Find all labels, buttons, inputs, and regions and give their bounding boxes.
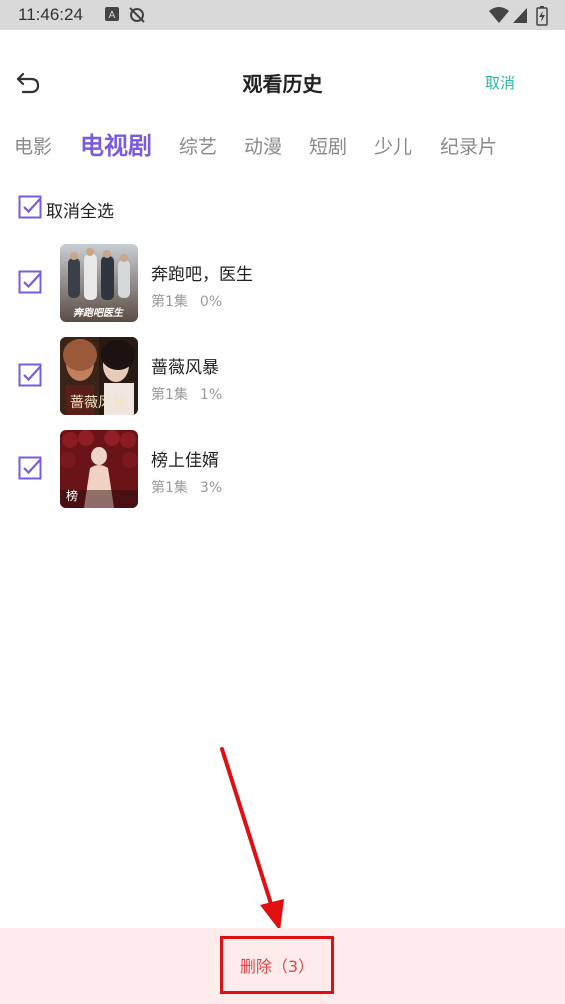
item-progress: 1% [199,387,223,403]
item-episode: 第1集 [151,480,188,496]
tab-movie[interactable]: 电影 [14,132,52,159]
poster-thumbnail[interactable]: 蔷薇风暴 [60,337,138,415]
notification-a-icon: A [105,7,119,21]
checkbox-checked-icon[interactable] [18,270,42,294]
poster-thumbnail[interactable]: 榜 [60,430,138,508]
status-time: 11:46:24 [18,5,83,24]
tab-variety[interactable]: 综艺 [179,132,217,159]
bottom-action-bar: 删除（3） [0,928,565,1004]
signal-icon [513,8,527,23]
select-all-label: 取消全选 [46,202,114,222]
list-item[interactable]: 奔跑吧医生 奔跑吧，医生 第1集 0% [0,242,565,322]
tab-anime[interactable]: 动漫 [244,132,282,159]
battery-charging-icon [536,6,548,26]
svg-text:A: A [109,10,116,21]
poster-caption: 奔跑吧医生 [73,307,124,319]
tab-tv-series[interactable]: 电视剧 [80,126,152,161]
cancel-button[interactable]: 取消 [485,72,515,93]
poster-caption: 蔷薇风暴 [70,395,126,411]
tab-documentary[interactable]: 纪录片 [440,132,497,159]
tab-kids[interactable]: 少儿 [374,132,412,159]
annotation-arrow-icon [220,747,284,931]
header: 观看历史 取消 [0,30,565,130]
wifi-icon [489,7,509,23]
tab-short-drama[interactable]: 短剧 [309,132,347,159]
item-title: 榜上佳婿 [151,451,219,471]
item-episode: 第1集 [151,294,188,310]
delete-label: 删除（3） [239,957,315,976]
item-meta: 第1集 3% [151,477,222,497]
item-title: 蔷薇风暴 [151,358,219,378]
delete-button[interactable]: 删除（3） [220,936,334,994]
sync-off-icon [129,7,145,23]
list-item[interactable]: 蔷薇风暴 蔷薇风暴 第1集 1% [0,335,565,415]
item-meta: 第1集 0% [151,291,222,311]
status-bar: 11:46:24 A [0,0,565,30]
item-episode: 第1集 [151,387,188,403]
category-tabs: 电影 电视剧 综艺 动漫 短剧 少儿 纪录片 [0,124,565,164]
item-meta: 第1集 1% [151,384,222,404]
item-progress: 3% [199,480,223,496]
item-title: 奔跑吧，医生 [151,265,253,285]
checkbox-checked-icon[interactable] [18,195,42,219]
item-progress: 0% [199,294,223,310]
list-item[interactable]: 榜 榜上佳婿 第1集 3% [0,428,565,508]
poster-caption: 榜 [66,488,78,503]
poster-thumbnail[interactable]: 奔跑吧医生 [60,244,138,322]
page-title: 观看历史 [242,72,323,96]
checkbox-checked-icon[interactable] [18,363,42,387]
checkbox-checked-icon[interactable] [18,456,42,480]
